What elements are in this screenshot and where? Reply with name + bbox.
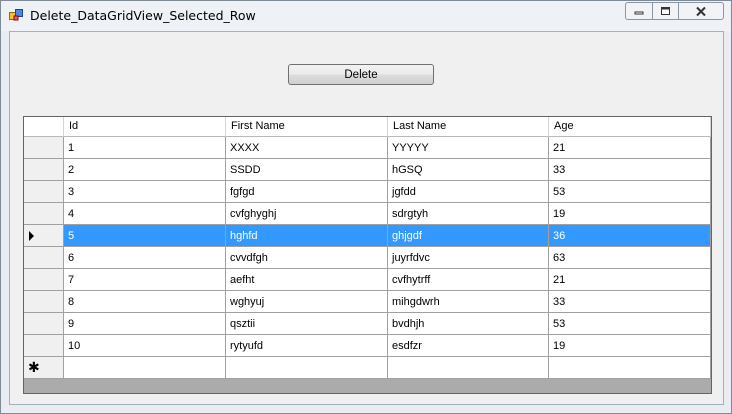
window-controls bbox=[625, 2, 724, 21]
cell-last-name[interactable] bbox=[388, 357, 549, 379]
table-row[interactable]: 8 wghyuj mihgdwrh 33 bbox=[24, 291, 711, 313]
select-all-corner[interactable] bbox=[24, 117, 64, 137]
minimize-icon bbox=[634, 11, 644, 15]
maximize-button[interactable] bbox=[652, 2, 678, 20]
close-button[interactable] bbox=[678, 2, 724, 20]
row-header[interactable] bbox=[24, 269, 64, 291]
cell-id[interactable]: 1 bbox=[64, 137, 226, 159]
cell-first-name[interactable]: wghyuj bbox=[226, 291, 388, 313]
app-window: Delete_DataGridView_Selected_Row Delete bbox=[0, 0, 732, 414]
table-row[interactable]: 10 rytyufd esdfzr 19 bbox=[24, 335, 711, 357]
table-row[interactable]: 6 cvvdfgh juyrfdvc 63 bbox=[24, 247, 711, 269]
column-header-last-name[interactable]: Last Name bbox=[388, 117, 549, 137]
cell-first-name[interactable]: XXXX bbox=[226, 137, 388, 159]
cell-age[interactable]: 21 bbox=[549, 269, 711, 291]
cell-age[interactable]: 21 bbox=[549, 137, 711, 159]
cell-first-name[interactable]: aefht bbox=[226, 269, 388, 291]
cell-age[interactable]: 19 bbox=[549, 335, 711, 357]
row-header[interactable] bbox=[24, 225, 64, 247]
new-row-asterisk-icon: ✱ bbox=[28, 359, 40, 375]
grid-body: Id First Name Last Name Age 1 XXXX YYYYY… bbox=[24, 117, 711, 379]
title-bar[interactable]: Delete_DataGridView_Selected_Row bbox=[1, 1, 731, 31]
row-header[interactable] bbox=[24, 181, 64, 203]
table-row[interactable]: 2 SSDD hGSQ 33 bbox=[24, 159, 711, 181]
row-header[interactable] bbox=[24, 247, 64, 269]
table-row-selected[interactable]: 5 hghfd ghjgdf 36 bbox=[24, 225, 711, 247]
row-header[interactable] bbox=[24, 313, 64, 335]
cell-id[interactable]: 4 bbox=[64, 203, 226, 225]
cell-id[interactable]: 7 bbox=[64, 269, 226, 291]
cell-id[interactable]: 9 bbox=[64, 313, 226, 335]
row-header[interactable] bbox=[24, 159, 64, 181]
table-row[interactable]: 1 XXXX YYYYY 21 bbox=[24, 137, 711, 159]
row-header[interactable] bbox=[24, 291, 64, 313]
cell-id[interactable] bbox=[64, 357, 226, 379]
cell-id[interactable]: 8 bbox=[64, 291, 226, 313]
cell-age[interactable]: 53 bbox=[549, 313, 711, 335]
cell-last-name[interactable]: mihgdwrh bbox=[388, 291, 549, 313]
cell-first-name[interactable]: rytyufd bbox=[226, 335, 388, 357]
column-header-row: Id First Name Last Name Age bbox=[24, 117, 711, 137]
data-grid[interactable]: Id First Name Last Name Age 1 XXXX YYYYY… bbox=[23, 116, 712, 394]
cell-first-name[interactable]: hghfd bbox=[226, 225, 388, 247]
cell-id[interactable]: 3 bbox=[64, 181, 226, 203]
cell-id[interactable]: 5 bbox=[64, 225, 226, 247]
column-header-first-name[interactable]: First Name bbox=[226, 117, 388, 137]
column-header-age[interactable]: Age bbox=[549, 117, 711, 137]
window-title: Delete_DataGridView_Selected_Row bbox=[30, 8, 256, 23]
table-row[interactable]: 9 qsztii bvdhjh 53 bbox=[24, 313, 711, 335]
new-row[interactable]: ✱ bbox=[24, 357, 711, 379]
cell-age[interactable]: 33 bbox=[549, 159, 711, 181]
cell-age[interactable]: 63 bbox=[549, 247, 711, 269]
cell-first-name[interactable]: SSDD bbox=[226, 159, 388, 181]
table-row[interactable]: 3 fgfgd jgfdd 53 bbox=[24, 181, 711, 203]
table-row[interactable]: 7 aefht cvfhytrff 21 bbox=[24, 269, 711, 291]
cell-id[interactable]: 2 bbox=[64, 159, 226, 181]
row-header[interactable] bbox=[24, 137, 64, 159]
cell-last-name[interactable]: YYYYY bbox=[388, 137, 549, 159]
cell-last-name[interactable]: hGSQ bbox=[388, 159, 549, 181]
cell-first-name[interactable]: fgfgd bbox=[226, 181, 388, 203]
cell-age[interactable]: 53 bbox=[549, 181, 711, 203]
cell-last-name[interactable]: sdrgtyh bbox=[388, 203, 549, 225]
cell-last-name[interactable]: ghjgdf bbox=[388, 225, 549, 247]
cell-age[interactable] bbox=[549, 357, 711, 379]
table-row[interactable]: 4 cvfghyghj sdrgtyh 19 bbox=[24, 203, 711, 225]
maximize-icon bbox=[661, 7, 670, 15]
minimize-button[interactable] bbox=[625, 2, 652, 20]
cell-last-name[interactable]: esdfzr bbox=[388, 335, 549, 357]
app-icon bbox=[9, 9, 23, 21]
cell-first-name[interactable] bbox=[226, 357, 388, 379]
cell-first-name[interactable]: cvfghyghj bbox=[226, 203, 388, 225]
close-icon bbox=[696, 6, 706, 16]
row-header[interactable] bbox=[24, 335, 64, 357]
row-header[interactable] bbox=[24, 203, 64, 225]
cell-last-name[interactable]: juyrfdvc bbox=[388, 247, 549, 269]
form-client-area: Delete Id First Name Last Name Age 1 XXX… bbox=[9, 31, 724, 405]
cell-id[interactable]: 6 bbox=[64, 247, 226, 269]
delete-button[interactable]: Delete bbox=[288, 64, 434, 85]
cell-age[interactable]: 19 bbox=[549, 203, 711, 225]
cell-first-name[interactable]: qsztii bbox=[226, 313, 388, 335]
cell-id[interactable]: 10 bbox=[64, 335, 226, 357]
cell-age[interactable]: 36 bbox=[549, 225, 711, 247]
row-header[interactable]: ✱ bbox=[24, 357, 64, 379]
cell-age[interactable]: 33 bbox=[549, 291, 711, 313]
current-row-arrow-icon bbox=[29, 231, 34, 241]
cell-last-name[interactable]: jgfdd bbox=[388, 181, 549, 203]
cell-last-name[interactable]: cvfhytrff bbox=[388, 269, 549, 291]
column-header-id[interactable]: Id bbox=[64, 117, 226, 137]
cell-first-name[interactable]: cvvdfgh bbox=[226, 247, 388, 269]
cell-last-name[interactable]: bvdhjh bbox=[388, 313, 549, 335]
